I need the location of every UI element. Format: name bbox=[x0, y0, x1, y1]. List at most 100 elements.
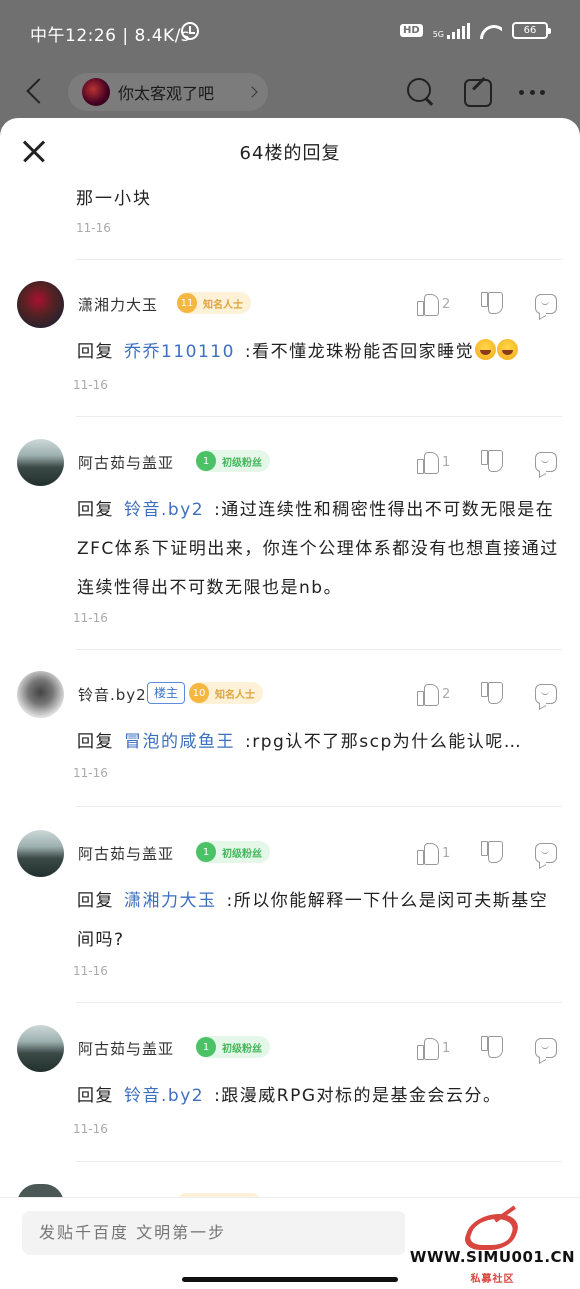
reply-input[interactable] bbox=[22, 1211, 406, 1255]
comment-icon bbox=[535, 1038, 557, 1058]
reply-body: 回复 乔乔110110 :看不懂龙珠粉能否回家睡觉 bbox=[77, 333, 562, 372]
forum-name: 你太客观了吧 bbox=[118, 84, 215, 103]
like-button[interactable]: 1 bbox=[417, 1036, 450, 1060]
reply-text: :rpg认不了那scp为什么能认呢… bbox=[245, 732, 523, 752]
reply-body: 回复 潇湘力大玉:所以你能解释一下什么是闵可夫斯基空间吗? bbox=[77, 882, 562, 960]
reply-word: 回复 bbox=[77, 732, 114, 752]
comment-icon bbox=[535, 843, 557, 863]
username[interactable]: 阿古茹与盖亚 bbox=[78, 1038, 174, 1059]
level-number: 11 bbox=[177, 293, 197, 313]
comment-icon bbox=[535, 684, 557, 704]
badge-title: 初级粉丝 bbox=[222, 848, 262, 860]
comment-icon bbox=[535, 294, 557, 314]
comment-button[interactable] bbox=[535, 841, 557, 865]
back-icon[interactable] bbox=[24, 78, 44, 104]
host-badge: 楼主 bbox=[147, 682, 186, 704]
username[interactable]: 潇湘力大玉 bbox=[78, 294, 158, 315]
search-icon[interactable] bbox=[405, 76, 437, 108]
comment-button[interactable] bbox=[535, 450, 557, 474]
dislike-button[interactable] bbox=[481, 1036, 503, 1060]
thumbs-up-icon bbox=[417, 1037, 439, 1060]
watermark-logo-icon bbox=[463, 1210, 523, 1244]
like-count: 1 bbox=[442, 1040, 451, 1056]
username[interactable]: 阿古茹与盖亚 bbox=[78, 843, 174, 864]
thumbs-up-icon bbox=[417, 842, 439, 865]
thumbs-up-icon bbox=[417, 451, 439, 474]
level-badge: 10 知名人士 bbox=[189, 682, 263, 704]
thumbs-down-icon bbox=[481, 683, 503, 705]
level-badge: 1 初级粉丝 bbox=[196, 841, 270, 863]
dislike-button[interactable] bbox=[481, 841, 503, 865]
reply-to-user[interactable]: 冒泡的咸鱼王 bbox=[124, 732, 235, 752]
reply-text: :看不懂龙珠粉能否回家睡觉 bbox=[244, 342, 475, 362]
comment-button[interactable] bbox=[535, 1036, 557, 1060]
reply-body: 回复 铃音.by2:通过连续性和稠密性得出不可数无限是在ZFC体系下证明出来，你连… bbox=[77, 491, 562, 608]
reply-to-user[interactable]: 潇湘力大玉 bbox=[124, 891, 217, 911]
reply-word: 回复 bbox=[77, 891, 114, 911]
top-nav: 你太客观了吧 bbox=[0, 64, 580, 120]
sheet-header: 64楼的回复 bbox=[0, 118, 580, 184]
reply-to-user[interactable]: 铃音.by2 bbox=[124, 500, 204, 520]
dislike-button[interactable] bbox=[481, 682, 503, 706]
level-badge: 1 初级粉丝 bbox=[196, 1036, 270, 1058]
comment-button[interactable] bbox=[535, 292, 557, 316]
reply-date: 11-16 bbox=[73, 964, 108, 978]
thumbs-down-icon bbox=[481, 451, 503, 473]
battery-icon: 66 bbox=[512, 22, 551, 39]
like-button[interactable]: 1 bbox=[417, 450, 450, 474]
level-badge: 11 知名人士 bbox=[177, 292, 251, 314]
avatar[interactable] bbox=[17, 281, 64, 328]
level-number: 1 bbox=[196, 1037, 216, 1057]
avatar[interactable] bbox=[17, 439, 64, 486]
dislike-button[interactable] bbox=[481, 450, 503, 474]
like-button[interactable]: 2 bbox=[417, 292, 450, 316]
reply-date: 11-16 bbox=[73, 766, 108, 780]
reply-word: 回复 bbox=[77, 342, 114, 362]
rofl-emoji-icon bbox=[497, 339, 519, 360]
like-button[interactable]: 1 bbox=[417, 841, 450, 865]
reply-to-user[interactable]: 乔乔110110 bbox=[124, 342, 235, 362]
home-indicator[interactable] bbox=[182, 1277, 398, 1282]
hd-icon: HD bbox=[400, 24, 423, 37]
thumbs-up-icon bbox=[417, 293, 439, 316]
username[interactable]: 阿古茹与盖亚 bbox=[78, 452, 174, 473]
reply-to-user[interactable]: 铃音.by2 bbox=[124, 1086, 204, 1106]
wifi-icon bbox=[480, 23, 502, 39]
divider bbox=[76, 1161, 562, 1162]
share-icon[interactable] bbox=[461, 76, 493, 108]
reply-word: 回复 bbox=[77, 500, 114, 520]
like-button[interactable]: 2 bbox=[417, 682, 450, 706]
badge-title: 初级粉丝 bbox=[222, 1043, 262, 1055]
status-time: 中午12:26 | 8.4K/s bbox=[30, 26, 191, 46]
avatar[interactable] bbox=[17, 830, 64, 877]
thumbs-down-icon bbox=[481, 842, 503, 864]
reply-text: :跟漫威RPG对标的是基金会云分。 bbox=[214, 1086, 502, 1106]
comment-button[interactable] bbox=[535, 682, 557, 706]
username[interactable]: 铃音.by2 bbox=[78, 684, 147, 705]
watermark-url: WWW.SIMU001.CN bbox=[409, 1248, 576, 1266]
thumbs-up-icon bbox=[417, 683, 439, 706]
badge-title: 初级粉丝 bbox=[222, 457, 262, 469]
like-count: 2 bbox=[442, 296, 451, 312]
divider bbox=[76, 259, 562, 260]
comment-icon bbox=[535, 452, 557, 472]
badge-title: 知名人士 bbox=[215, 689, 255, 701]
level-number: 1 bbox=[196, 451, 216, 471]
thumbs-down-icon bbox=[481, 293, 503, 315]
forum-pill[interactable]: 你太客观了吧 bbox=[68, 73, 268, 111]
status-bar: 中午12:26 | 8.4K/s HD 5G 66 bbox=[0, 0, 580, 64]
divider bbox=[76, 806, 562, 807]
dislike-button[interactable] bbox=[481, 292, 503, 316]
alarm-icon bbox=[181, 22, 199, 40]
sheet-title: 64楼的回复 bbox=[239, 143, 341, 164]
more-icon[interactable] bbox=[516, 76, 548, 108]
reply-date: 11-16 bbox=[73, 611, 108, 625]
forum-avatar bbox=[82, 78, 110, 106]
avatar[interactable] bbox=[17, 1025, 64, 1072]
like-count: 1 bbox=[442, 454, 451, 470]
avatar[interactable] bbox=[17, 671, 64, 718]
watermark-name: 私募社区 bbox=[470, 1274, 515, 1285]
reply-date: 11-16 bbox=[73, 378, 108, 392]
level-number: 1 bbox=[196, 842, 216, 862]
level-badge: 1 初级粉丝 bbox=[196, 450, 270, 472]
